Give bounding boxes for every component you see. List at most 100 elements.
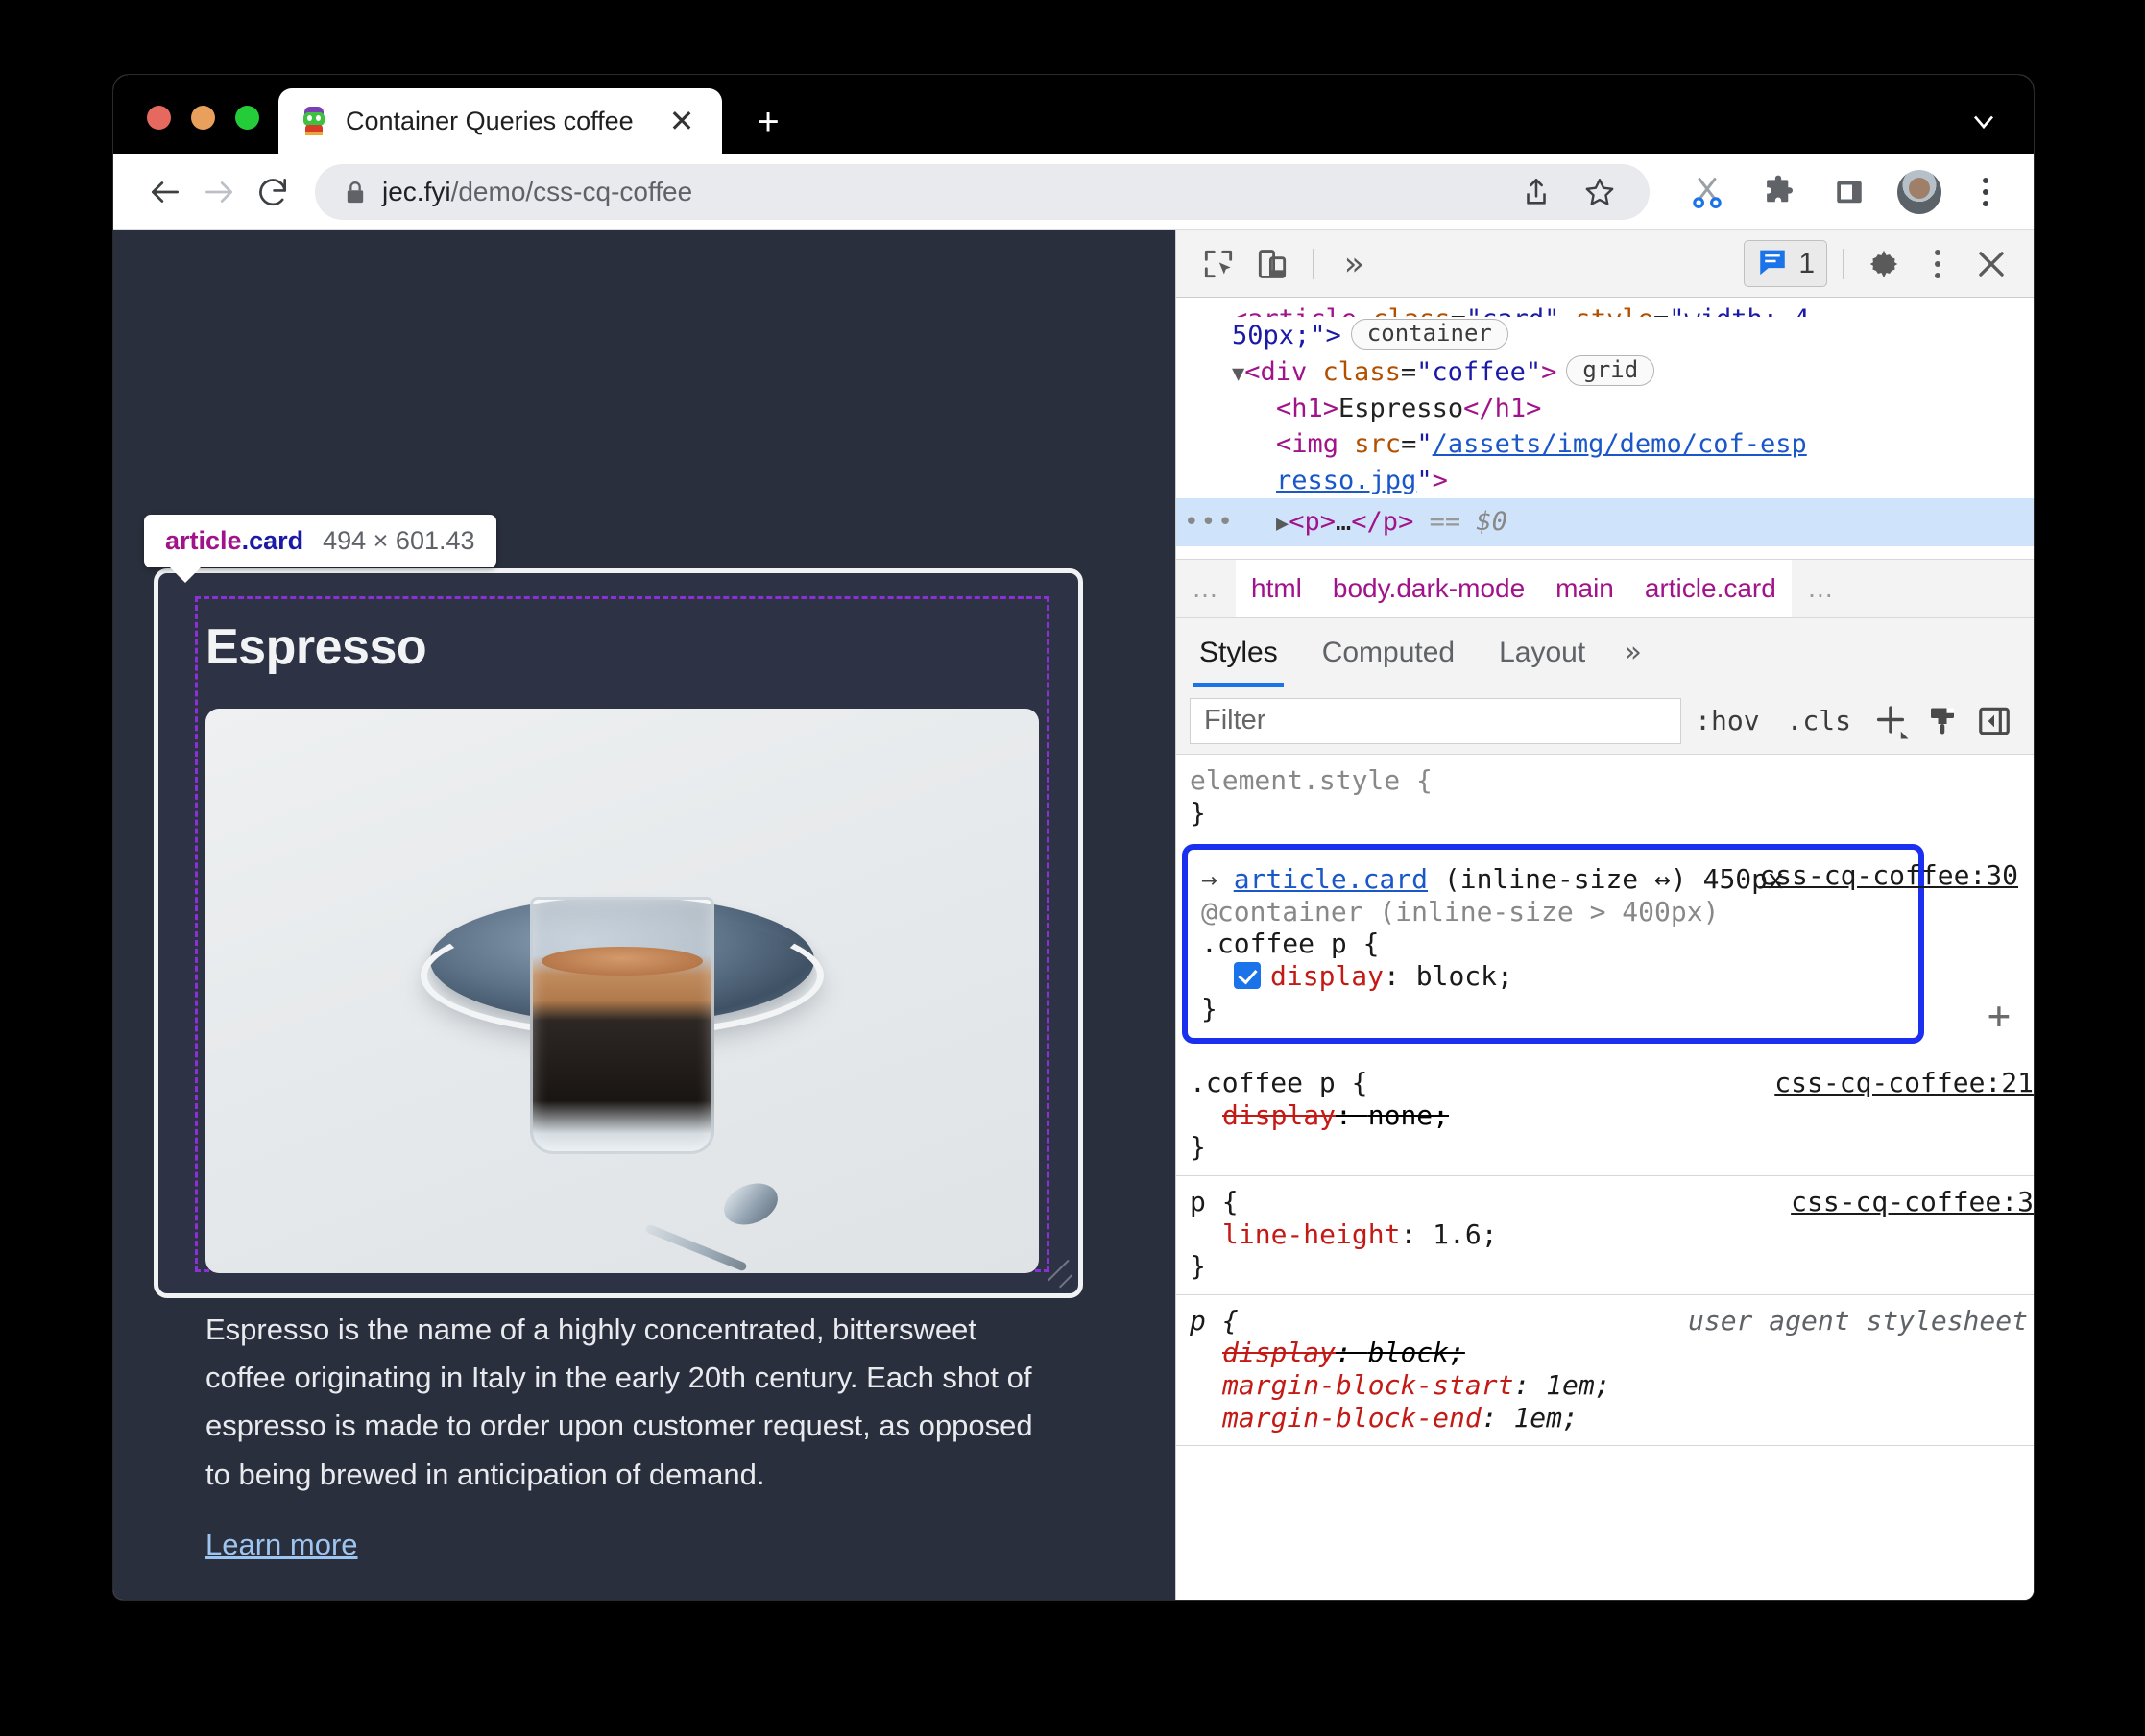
more-tabs-icon[interactable]: » bbox=[1624, 636, 1641, 669]
dom-row[interactable]: resso.jpg"> bbox=[1176, 463, 2034, 498]
rule-source-link[interactable]: css-cq-coffee:30 bbox=[1759, 859, 2018, 892]
breadcrumb-item-body[interactable]: body.dark-mode bbox=[1316, 560, 1541, 617]
styles-panel-tabs: Styles Computed Layout » bbox=[1176, 618, 2034, 687]
plus-icon[interactable] bbox=[1865, 702, 1916, 740]
add-rule-button[interactable]: + bbox=[1988, 993, 2011, 1039]
issues-count: 1 bbox=[1798, 247, 1815, 279]
forward-arrow-icon[interactable] bbox=[192, 165, 246, 219]
spoon-icon bbox=[642, 1175, 786, 1272]
declaration-disabled[interactable]: display: none; bbox=[1190, 1099, 2034, 1132]
breadcrumb-item-article[interactable]: article.card bbox=[1628, 560, 1792, 617]
declaration-property[interactable]: line-height bbox=[1222, 1218, 1400, 1250]
declaration-checkbox[interactable] bbox=[1234, 961, 1261, 989]
declaration-value[interactable]: block; bbox=[1368, 1337, 1465, 1368]
dom-row[interactable]: <img src="/assets/img/demo/cof-esp bbox=[1176, 426, 2034, 462]
declaration-disabled[interactable]: display: block; bbox=[1190, 1337, 2034, 1369]
paintbrush-icon[interactable] bbox=[1916, 704, 1968, 738]
rule-selector[interactable]: .coffee p { bbox=[1201, 928, 1379, 959]
rule-source-link[interactable]: css-cq-coffee:21 bbox=[1774, 1067, 2034, 1099]
declaration[interactable]: margin-block-end: 1em; bbox=[1190, 1402, 2034, 1435]
declaration-value[interactable]: none; bbox=[1368, 1099, 1449, 1131]
back-arrow-icon[interactable] bbox=[138, 165, 192, 219]
declaration-value[interactable]: block; bbox=[1416, 960, 1513, 992]
breadcrumb-leading-ellipsis[interactable]: … bbox=[1176, 573, 1236, 604]
declaration-property[interactable]: margin-block-end bbox=[1222, 1402, 1482, 1434]
scissors-icon[interactable] bbox=[1684, 169, 1730, 215]
breadcrumb-trailing-ellipsis[interactable]: … bbox=[1792, 573, 1851, 604]
rule-container-query[interactable]: → article.card (inline-size ↔) 450px @co… bbox=[1182, 844, 2018, 1045]
avatar[interactable] bbox=[1897, 169, 1941, 214]
article-card[interactable]: Espresso Espresso is the name of a highl… bbox=[154, 568, 1083, 1561]
declaration[interactable]: margin-block-start: 1em; bbox=[1190, 1369, 2034, 1402]
dom-row[interactable]: ▼<div class="coffee"> grid bbox=[1176, 353, 2034, 390]
device-toolbar-icon[interactable] bbox=[1247, 239, 1297, 289]
maximize-window-button[interactable] bbox=[235, 106, 259, 130]
toolbar-divider bbox=[1313, 248, 1314, 279]
declaration[interactable]: display: block; bbox=[1201, 960, 1918, 993]
filter-input[interactable]: Filter bbox=[1190, 697, 1682, 744]
declaration-property[interactable]: display bbox=[1270, 960, 1384, 992]
resize-handle[interactable] bbox=[1048, 1263, 1076, 1291]
rule-p-lineheight[interactable]: p { css-cq-coffee:3 line-height: 1.6; } bbox=[1176, 1176, 2034, 1295]
learn-more-link[interactable]: Learn more bbox=[205, 1528, 358, 1562]
browser-toolbar: jec.fyi/demo/css-cq-coffee bbox=[113, 154, 2034, 230]
declaration-property[interactable]: margin-block-start bbox=[1222, 1369, 1513, 1401]
dom-row[interactable]: <h1>Espresso</h1> bbox=[1176, 391, 2034, 426]
rule-source-link[interactable]: css-cq-coffee:3 bbox=[1791, 1186, 2034, 1218]
dom-row-selected[interactable]: ••• ▶<p>…</p> == $0 bbox=[1176, 498, 2034, 546]
declaration-value[interactable]: 1em; bbox=[1513, 1402, 1578, 1434]
container-link[interactable]: article.card bbox=[1234, 863, 1428, 895]
grid-badge[interactable]: grid bbox=[1566, 355, 1655, 387]
rule-coffee-p-none[interactable]: .coffee p { css-cq-coffee:21 display: no… bbox=[1176, 1057, 2034, 1176]
rule-user-agent[interactable]: p { user agent stylesheet display: block… bbox=[1176, 1295, 2034, 1447]
window-controls[interactable] bbox=[147, 106, 259, 130]
declaration-property[interactable]: display bbox=[1222, 1099, 1336, 1131]
tab-computed[interactable]: Computed bbox=[1316, 618, 1460, 687]
chevron-down-icon[interactable] bbox=[1966, 104, 2001, 138]
three-dot-menu-icon[interactable] bbox=[1966, 177, 2005, 206]
declaration-value[interactable]: 1.6; bbox=[1433, 1218, 1497, 1250]
side-panel-icon[interactable] bbox=[1826, 169, 1872, 215]
declaration-property[interactable]: display bbox=[1222, 1337, 1336, 1368]
three-dot-menu-icon[interactable] bbox=[1913, 239, 1963, 289]
browser-tab[interactable]: Container Queries coffee ✕ bbox=[278, 88, 722, 154]
more-panels-icon[interactable]: » bbox=[1329, 239, 1379, 289]
dom-row[interactable]: <article class="card" style="width: 4 bbox=[1176, 301, 2034, 317]
declaration-value[interactable]: 1em; bbox=[1546, 1369, 1610, 1401]
rule-selector[interactable]: p { bbox=[1190, 1186, 1239, 1218]
star-icon[interactable] bbox=[1577, 169, 1623, 215]
inspector-element-badge: article.card 494 × 601.43 bbox=[144, 515, 496, 583]
cup-group bbox=[464, 897, 784, 1272]
minimize-window-button[interactable] bbox=[191, 106, 215, 130]
new-tab-button[interactable]: + bbox=[747, 102, 789, 144]
rule-selector[interactable]: .coffee p { bbox=[1190, 1067, 1367, 1098]
img-src-link[interactable]: /assets/img/demo/cof-esp bbox=[1433, 429, 1807, 459]
container-badge[interactable]: container bbox=[1350, 319, 1508, 350]
row-ellipsis[interactable]: ••• bbox=[1184, 507, 1235, 538]
close-window-button[interactable] bbox=[147, 106, 171, 130]
puzzle-piece-icon[interactable] bbox=[1755, 169, 1801, 215]
container-query-size: (inline-size ↔) 450px bbox=[1443, 863, 1784, 896]
breadcrumb-item-main[interactable]: main bbox=[1540, 560, 1629, 617]
hov-toggle[interactable]: :hov bbox=[1681, 705, 1772, 736]
reload-icon[interactable] bbox=[246, 165, 300, 219]
address-bar[interactable]: jec.fyi/demo/css-cq-coffee bbox=[315, 163, 1650, 220]
declaration[interactable]: line-height: 1.6; bbox=[1190, 1218, 2034, 1251]
tab-styles[interactable]: Styles bbox=[1193, 618, 1284, 687]
url-path: /demo/css-cq-coffee bbox=[450, 176, 693, 206]
gear-icon[interactable] bbox=[1859, 239, 1909, 289]
inspect-element-icon[interactable] bbox=[1193, 239, 1243, 289]
share-icon[interactable] bbox=[1513, 169, 1559, 215]
tab-layout[interactable]: Layout bbox=[1493, 618, 1591, 687]
container-arrow-icon: → bbox=[1201, 863, 1217, 896]
issues-button[interactable]: 1 bbox=[1744, 240, 1827, 287]
cls-toggle[interactable]: .cls bbox=[1773, 705, 1865, 736]
rule-element-style[interactable]: element.style { } bbox=[1176, 755, 2034, 840]
breadcrumb-item-html[interactable]: html bbox=[1236, 560, 1317, 617]
close-icon[interactable] bbox=[1966, 239, 2016, 289]
close-tab-icon[interactable]: ✕ bbox=[663, 102, 701, 140]
styles-filter-bar: Filter :hov .cls bbox=[1176, 687, 2034, 755]
dom-row[interactable]: 50px;"> container bbox=[1176, 317, 2034, 353]
img-src-link-cont[interactable]: resso.jpg bbox=[1276, 466, 1416, 495]
computed-sidebar-icon[interactable] bbox=[1968, 703, 2020, 739]
